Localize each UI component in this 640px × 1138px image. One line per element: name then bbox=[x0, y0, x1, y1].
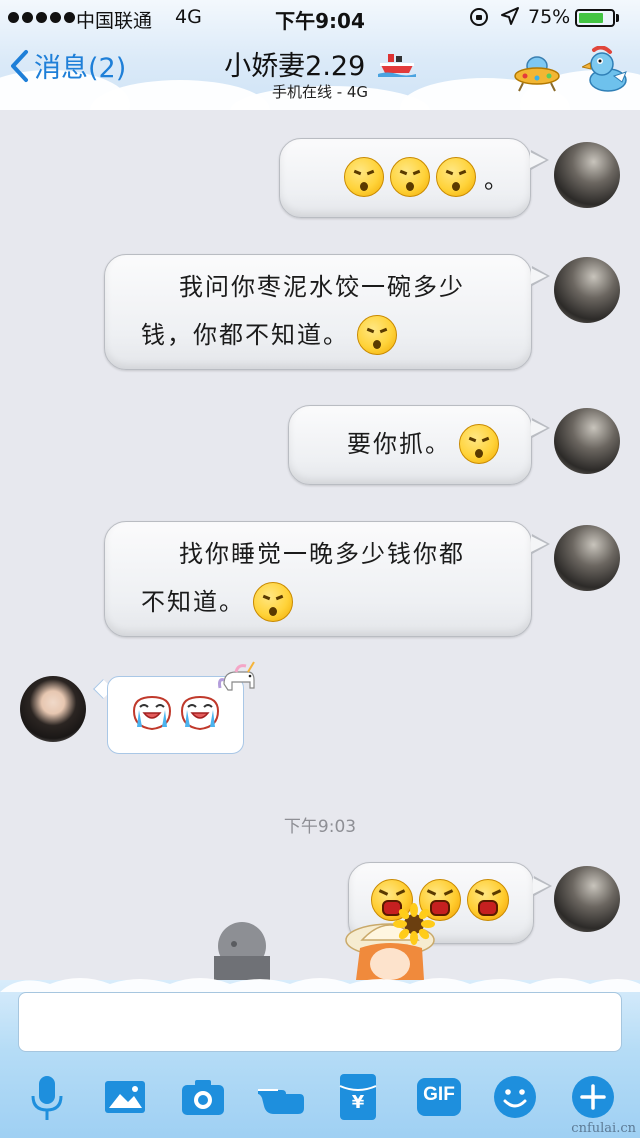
poke-hand-icon[interactable] bbox=[256, 1072, 306, 1122]
bubble-tail bbox=[531, 534, 550, 554]
message-bubble[interactable]: 。 bbox=[279, 138, 531, 218]
my-avatar[interactable] bbox=[554, 142, 620, 208]
image-icon[interactable] bbox=[100, 1072, 150, 1122]
message-text-line: 钱，你都不知道。 bbox=[141, 311, 397, 359]
message-text: 要你抓。 bbox=[347, 430, 451, 458]
bubble-tail bbox=[530, 150, 549, 170]
plus-icon[interactable] bbox=[568, 1072, 618, 1122]
message-bubble[interactable]: 找你睡觉一晚多少钱你都 不知道。 bbox=[104, 521, 532, 637]
chat-message-list[interactable]: 。 我问你枣泥水饺一碗多少 钱，你都不知道。 要你抓。 找你睡觉一晚多少钱你都 … bbox=[0, 110, 640, 980]
input-area: ¥ GIF cnfulai.cn bbox=[0, 978, 640, 1138]
message-text: 钱，你都不知道。 bbox=[141, 321, 349, 349]
angry-emoji-icon bbox=[344, 157, 384, 197]
watermark: cnfulai.cn bbox=[571, 1121, 636, 1136]
gif-button[interactable]: GIF bbox=[414, 1072, 464, 1122]
angry-emoji-icon bbox=[357, 315, 397, 355]
battery-tip bbox=[616, 14, 619, 22]
message-bubble[interactable]: 我问你枣泥水饺一碗多少 钱，你都不知道。 bbox=[104, 254, 532, 370]
crying-face-icon bbox=[180, 695, 220, 731]
message-text: 不知道。 bbox=[141, 588, 245, 616]
message-suffix: 。 bbox=[484, 165, 510, 194]
my-avatar[interactable] bbox=[554, 408, 620, 474]
ghost-pet-icon[interactable] bbox=[208, 920, 276, 980]
message-bubble[interactable]: 要你抓。 bbox=[288, 405, 532, 485]
angry-emoji-icon bbox=[253, 582, 293, 622]
chat-toolbar: ¥ GIF bbox=[0, 1068, 640, 1128]
my-avatar[interactable] bbox=[554, 257, 620, 323]
location-arrow-icon bbox=[501, 7, 519, 25]
battery-fill bbox=[579, 13, 603, 23]
top-header: 中国联通 4G 下午9:04 75% 消息(2) 小娇妻2.29 手机在线 - … bbox=[0, 0, 640, 110]
crying-face-icon bbox=[132, 695, 172, 731]
microphone-icon[interactable] bbox=[22, 1072, 72, 1122]
ship-icon bbox=[377, 53, 416, 77]
ufo-icon[interactable] bbox=[513, 52, 561, 92]
red-packet-icon[interactable]: ¥ bbox=[338, 1072, 378, 1122]
camera-icon[interactable] bbox=[178, 1072, 228, 1122]
battery-icon bbox=[575, 9, 615, 27]
gif-label: GIF bbox=[423, 1084, 455, 1105]
cloud-decoration bbox=[0, 978, 640, 992]
message-text-line: 找你睡觉一晚多少钱你都 bbox=[179, 540, 465, 568]
message-text-line: 不知道。 bbox=[141, 578, 293, 626]
my-avatar[interactable] bbox=[554, 525, 620, 591]
duck-icon[interactable] bbox=[582, 46, 630, 94]
rotation-lock-icon bbox=[470, 8, 488, 26]
angry-emoji-icon bbox=[436, 157, 476, 197]
bubble-tail bbox=[533, 876, 552, 896]
status-bar: 中国联通 4G 下午9:04 75% bbox=[0, 0, 640, 36]
message-timestamp: 下午9:03 bbox=[283, 817, 357, 837]
emoji-icon[interactable] bbox=[490, 1072, 540, 1122]
battery-percent: 75% bbox=[528, 6, 571, 28]
contact-avatar[interactable] bbox=[20, 676, 86, 742]
contact-name: 小娇妻2.29 bbox=[224, 51, 366, 82]
red-packet-symbol: ¥ bbox=[351, 1092, 365, 1113]
sunflower-pet-icon[interactable] bbox=[344, 900, 448, 980]
message-content: 要你抓。 bbox=[347, 420, 499, 468]
bubble-tail bbox=[531, 418, 550, 438]
message-text-line: 我问你枣泥水饺一碗多少 bbox=[179, 273, 465, 301]
rage-emoji-icon bbox=[467, 879, 509, 921]
message-input[interactable] bbox=[18, 992, 622, 1052]
unicorn-icon bbox=[218, 661, 255, 691]
emoji-row: 。 bbox=[344, 157, 510, 197]
angry-emoji-icon bbox=[459, 424, 499, 464]
angry-emoji-icon bbox=[390, 157, 430, 197]
my-avatar[interactable] bbox=[554, 866, 620, 932]
bubble-tail bbox=[531, 266, 550, 286]
